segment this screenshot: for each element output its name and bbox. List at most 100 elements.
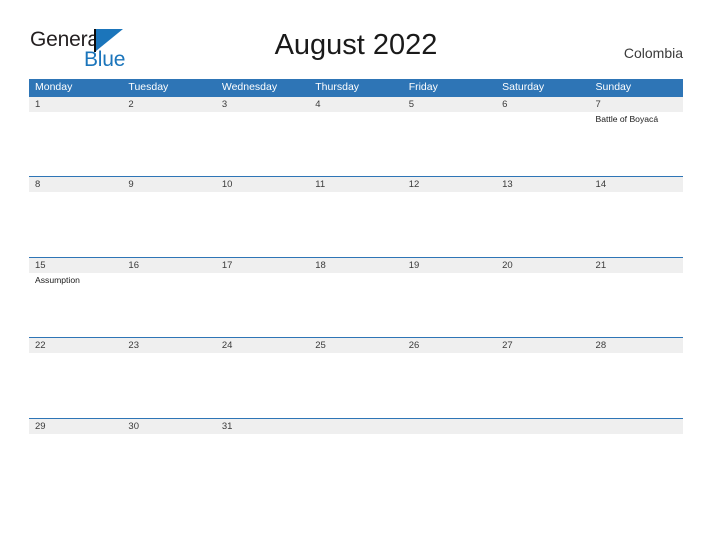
day-number: 12: [408, 179, 420, 191]
day-event-cell[interactable]: [590, 192, 683, 256]
day-event-cell[interactable]: [216, 192, 309, 256]
day-event-cell[interactable]: [29, 353, 122, 417]
day-event-cell[interactable]: [403, 112, 496, 176]
day-number: 20: [502, 259, 513, 271]
day-cell[interactable]: 24: [216, 338, 309, 353]
day-cell[interactable]: 12: [403, 177, 496, 192]
event-label: Battle of Boyacá: [595, 114, 659, 124]
day-event-cell[interactable]: [216, 353, 309, 417]
day-event-cell[interactable]: [496, 353, 589, 417]
day-number: 24: [221, 340, 233, 352]
day-event-cell[interactable]: [590, 273, 683, 337]
day-event-cell[interactable]: [403, 273, 496, 337]
day-event-cell[interactable]: [496, 112, 589, 176]
day-number: 26: [408, 340, 420, 352]
day-event-cell[interactable]: [122, 112, 215, 176]
day-event-cell[interactable]: [122, 353, 215, 417]
calendar-grid: Monday Tuesday Wednesday Thursday Friday…: [29, 79, 683, 449]
week-date-band: 22 23 24 25 26 27 28: [29, 338, 683, 354]
week-event-band: [29, 433, 683, 449]
day-cell[interactable]: 21: [590, 258, 683, 273]
day-cell[interactable]: 16: [122, 258, 215, 273]
day-cell[interactable]: 22: [29, 338, 122, 353]
day-cell[interactable]: 19: [403, 258, 496, 273]
day-cell[interactable]: [309, 419, 402, 434]
day-number: 5: [408, 99, 414, 110]
day-cell[interactable]: 26: [403, 338, 496, 353]
day-event-cell[interactable]: [309, 192, 402, 256]
day-cell[interactable]: 27: [496, 338, 589, 353]
day-event-cell[interactable]: [122, 273, 215, 337]
day-cell[interactable]: 10: [216, 177, 309, 192]
day-cell[interactable]: 8: [29, 177, 122, 192]
day-cell[interactable]: 11: [309, 177, 402, 192]
day-cell[interactable]: [496, 419, 589, 434]
day-cell[interactable]: 31: [216, 419, 309, 434]
week-event-band: Assumption: [29, 272, 683, 337]
day-event-cell[interactable]: Assumption: [29, 273, 122, 337]
day-event-cell[interactable]: [29, 434, 122, 449]
day-cell[interactable]: 2: [122, 97, 215, 112]
day-cell[interactable]: 7: [590, 97, 683, 112]
day-number: 10: [221, 179, 233, 191]
week-date-band: 15 16 17 18 19 20 21: [29, 257, 683, 273]
day-cell[interactable]: 23: [122, 338, 215, 353]
week-event-band: [29, 353, 683, 418]
day-number: 22: [35, 340, 46, 352]
day-cell[interactable]: 1: [29, 97, 122, 112]
day-number: 11: [315, 179, 326, 191]
day-event-cell[interactable]: [29, 192, 122, 256]
day-event-cell[interactable]: [309, 112, 402, 176]
day-event-cell[interactable]: [403, 434, 496, 449]
day-number: 8: [35, 179, 41, 191]
day-number: 9: [128, 179, 134, 191]
day-event-cell[interactable]: [590, 353, 683, 417]
day-cell[interactable]: 17: [216, 258, 309, 273]
day-cell[interactable]: 6: [496, 97, 589, 112]
day-cell[interactable]: 4: [309, 97, 402, 112]
day-cell[interactable]: 9: [122, 177, 215, 192]
day-event-cell[interactable]: [590, 434, 683, 449]
day-cell[interactable]: 28: [590, 338, 683, 353]
day-event-cell[interactable]: [496, 192, 589, 256]
day-cell[interactable]: 3: [216, 97, 309, 112]
weekday-wednesday: Wednesday: [221, 81, 278, 93]
week-row: 22 23 24 25 26 27 28: [29, 337, 683, 418]
day-cell[interactable]: 25: [309, 338, 402, 353]
day-cell[interactable]: [590, 419, 683, 434]
day-cell[interactable]: 18: [309, 258, 402, 273]
day-cell[interactable]: [403, 419, 496, 434]
day-cell[interactable]: 15: [29, 258, 122, 273]
day-event-cell[interactable]: [496, 273, 589, 337]
day-event-cell[interactable]: [122, 434, 215, 449]
day-cell[interactable]: 14: [590, 177, 683, 192]
day-event-cell[interactable]: [216, 434, 309, 449]
day-event-cell[interactable]: [216, 273, 309, 337]
day-cell[interactable]: 30: [122, 419, 215, 434]
day-cell[interactable]: 13: [496, 177, 589, 192]
day-number: 1: [35, 99, 41, 110]
week-row: 8 9 10 11 12 13 14: [29, 176, 683, 257]
day-number: 29: [35, 420, 46, 432]
day-event-cell[interactable]: Battle of Boyacá: [590, 112, 683, 176]
day-event-cell[interactable]: [496, 434, 589, 449]
day-event-cell[interactable]: [122, 192, 215, 256]
day-cell[interactable]: 20: [496, 258, 589, 273]
week-date-band: 1 2 3 4 5 6 7: [29, 97, 683, 112]
week-event-band: [29, 192, 683, 257]
day-event-cell[interactable]: [403, 353, 496, 417]
day-number: 21: [595, 259, 607, 271]
day-number: 16: [128, 259, 139, 271]
day-number: 28: [595, 340, 607, 352]
day-cell[interactable]: 29: [29, 419, 122, 434]
day-event-cell[interactable]: [309, 434, 402, 449]
day-event-cell[interactable]: [309, 273, 402, 337]
day-event-cell[interactable]: [403, 192, 496, 256]
day-event-cell[interactable]: [29, 112, 122, 176]
page-title: August 2022: [274, 29, 438, 61]
day-event-cell[interactable]: [309, 353, 402, 417]
day-number: 4: [315, 99, 321, 110]
day-cell[interactable]: 5: [403, 97, 496, 112]
day-number: 3: [221, 99, 228, 110]
day-event-cell[interactable]: [216, 112, 309, 176]
